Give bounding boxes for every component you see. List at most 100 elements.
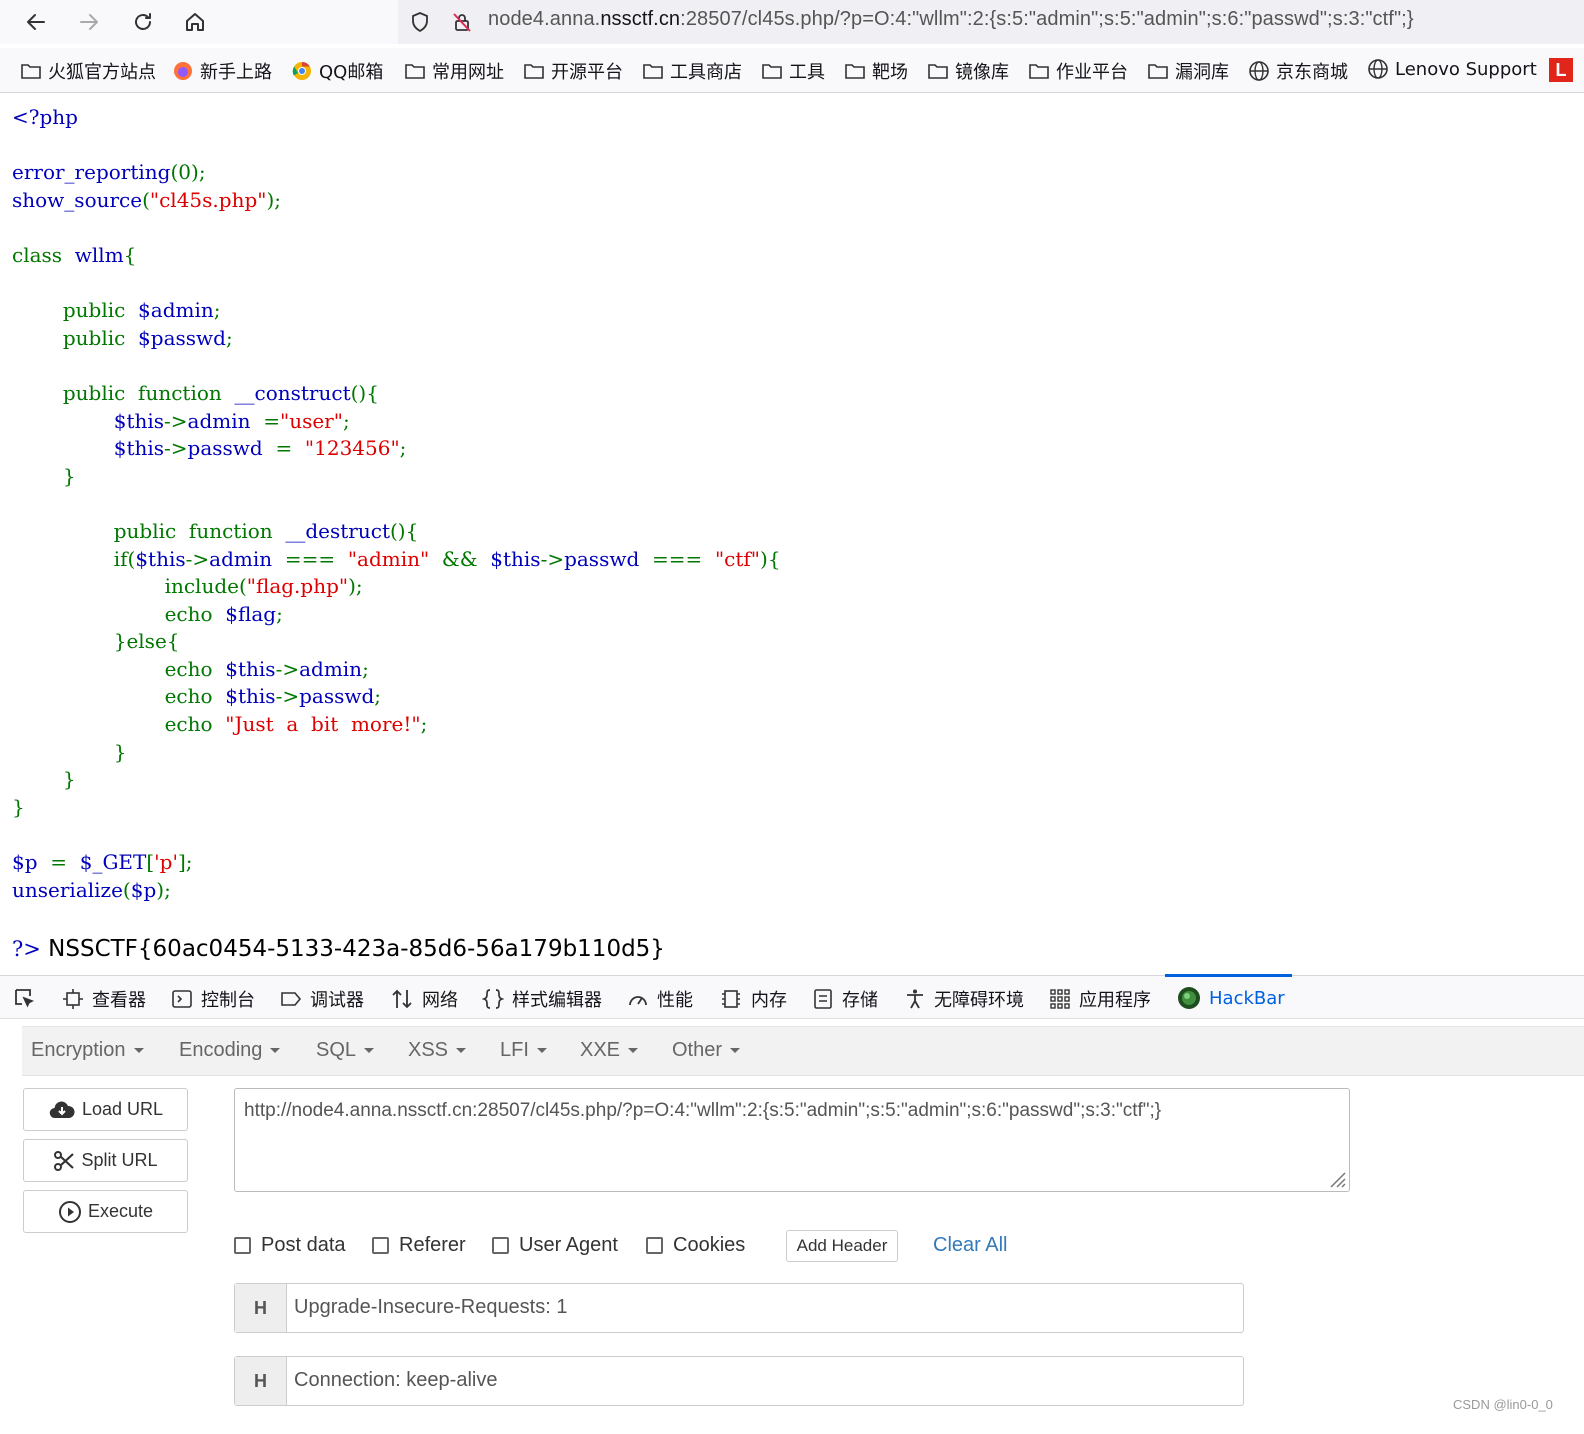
bookmark-label: 常用网址 (432, 62, 504, 83)
bookmark-item[interactable]: 作业平台 (1028, 58, 1128, 84)
bookmark-item[interactable]: 火狐官方站点 (20, 58, 156, 84)
tab-application[interactable]: 应用程序 (1049, 986, 1151, 1012)
code-token: ; (420, 712, 428, 737)
menu-other[interactable]: Other (672, 1039, 741, 1062)
tab-debugger[interactable]: 调试器 (280, 986, 364, 1012)
checkbox-box[interactable] (234, 1237, 251, 1254)
menu-label: XSS (408, 1039, 449, 1061)
console-icon (172, 990, 192, 1008)
bookmark-label: 靶场 (872, 62, 908, 83)
tab-label: 样式编辑器 (512, 990, 602, 1011)
code-token: ); (266, 187, 282, 212)
add-header-button[interactable]: Add Header (786, 1230, 898, 1262)
tab-accessibility[interactable]: 无障碍环境 (904, 986, 1024, 1012)
bookmark-item[interactable]: Lenovo Support (1367, 58, 1537, 80)
menu-encryption[interactable]: Encryption (31, 1039, 144, 1062)
tab-style-editor[interactable]: 样式编辑器 (482, 986, 602, 1012)
checkbox-box[interactable] (492, 1237, 509, 1254)
home-button[interactable] (179, 6, 211, 38)
red-square-icon[interactable]: L (1549, 58, 1573, 82)
scissors-icon (54, 1150, 75, 1171)
resize-handle-icon[interactable] (1325, 1167, 1347, 1189)
caret-down-icon (133, 1048, 144, 1054)
shield-icon (412, 12, 428, 33)
url-text[interactable]: node4.anna.nssctf.cn:28507/cl45s.php/?p=… (488, 8, 1414, 31)
tab-network[interactable]: 网络 (390, 986, 458, 1012)
checkbox-box[interactable] (372, 1237, 389, 1254)
tab-memory[interactable]: 内存 (719, 986, 787, 1012)
code-token: === (272, 546, 348, 571)
tab-console[interactable]: 控制台 (171, 986, 255, 1012)
bookmark-label: 京东商城 (1276, 62, 1348, 83)
tab-storage[interactable]: 存储 (812, 986, 878, 1012)
bookmark-item[interactable]: 开源平台 (523, 58, 623, 84)
header-value[interactable]: Connection: keep-alive (294, 1369, 497, 1392)
bookmark-item[interactable]: 工具商店 (642, 58, 742, 84)
checkbox-box[interactable] (646, 1237, 663, 1254)
code-token: { (123, 242, 137, 267)
cookies-checkbox[interactable]: Cookies (646, 1234, 745, 1257)
post-data-checkbox[interactable]: Post data (234, 1234, 346, 1257)
clear-all-link[interactable]: Clear All (933, 1234, 1007, 1257)
code-token: error_reporting (12, 160, 171, 185)
bookmark-item[interactable]: 工具 (761, 58, 825, 84)
code-token: "123456" (304, 436, 400, 461)
tab-label: 控制台 (201, 990, 255, 1011)
execute-button[interactable]: Execute (23, 1190, 188, 1233)
code-token: (){ (389, 518, 419, 543)
code-token: -> (275, 684, 300, 709)
bookmark-item[interactable]: QQ邮箱 (291, 58, 383, 84)
forward-button[interactable] (73, 6, 105, 38)
bookmark-label: 火狐官方站点 (48, 62, 156, 83)
reload-button[interactable] (127, 6, 159, 38)
bookmark-item[interactable]: 新手上路 (172, 58, 272, 84)
code-token: $flag (225, 601, 277, 626)
user-agent-checkbox[interactable]: User Agent (492, 1234, 618, 1257)
element-picker-icon[interactable] (12, 986, 36, 1010)
code-token: -> (540, 546, 565, 571)
tab-performance[interactable]: 性能 (627, 986, 693, 1012)
bookmark-label: 漏洞库 (1175, 62, 1229, 83)
bookmark-item[interactable]: 靶场 (844, 58, 908, 84)
header-value[interactable]: Upgrade-Insecure-Requests: 1 (294, 1296, 567, 1319)
menu-sql[interactable]: SQL (316, 1039, 375, 1062)
code-token: ; (374, 684, 382, 709)
code-token: admin (187, 408, 251, 433)
bookmark-label: 开源平台 (551, 62, 623, 83)
code-token: if( (12, 546, 136, 571)
code-token: passwd (564, 546, 640, 571)
caret-down-icon (536, 1048, 547, 1054)
code-token: } (12, 767, 76, 792)
storage-icon (814, 989, 832, 1009)
bookmark-item[interactable]: 京东商城 (1248, 58, 1348, 84)
cloud-download-icon (49, 1101, 75, 1118)
checkbox-label: Post data (261, 1234, 346, 1256)
folder-icon (1148, 64, 1168, 79)
header-row[interactable]: H Connection: keep-alive (234, 1356, 1244, 1406)
split-url-button[interactable]: Split URL (23, 1139, 188, 1182)
referer-checkbox[interactable]: Referer (372, 1234, 466, 1257)
bookmark-item[interactable]: 镜像库 (927, 58, 1009, 84)
tab-hackbar[interactable]: HackBar (1177, 986, 1285, 1010)
hackbar-icon (1178, 987, 1200, 1009)
tab-label: 无障碍环境 (934, 990, 1024, 1011)
code-token: $passwd (125, 325, 226, 350)
hackbar-url-input[interactable]: http://node4.anna.nssctf.cn:28507/cl45s.… (234, 1088, 1350, 1192)
menu-lfi[interactable]: LFI (500, 1039, 547, 1062)
tab-inspector[interactable]: 查看器 (62, 986, 146, 1012)
load-url-button[interactable]: Load URL (23, 1088, 188, 1131)
php-source: <?php error_reporting(0); show_source("c… (12, 104, 781, 904)
back-button[interactable] (20, 6, 52, 38)
code-token: -> (164, 408, 188, 433)
code-token: passwd (299, 684, 375, 709)
menu-xss[interactable]: XSS (408, 1039, 467, 1062)
bookmark-label: QQ邮箱 (319, 62, 384, 83)
code-token: && (429, 546, 491, 571)
bookmark-item[interactable]: 常用网址 (404, 58, 504, 84)
bookmark-item[interactable]: 漏洞库 (1147, 58, 1229, 84)
checkbox-label: Referer (399, 1234, 466, 1256)
menu-encoding[interactable]: Encoding (179, 1039, 281, 1062)
bookmark-label: 工具 (789, 62, 825, 83)
menu-xxe[interactable]: XXE (580, 1039, 639, 1062)
header-row[interactable]: H Upgrade-Insecure-Requests: 1 (234, 1283, 1244, 1333)
